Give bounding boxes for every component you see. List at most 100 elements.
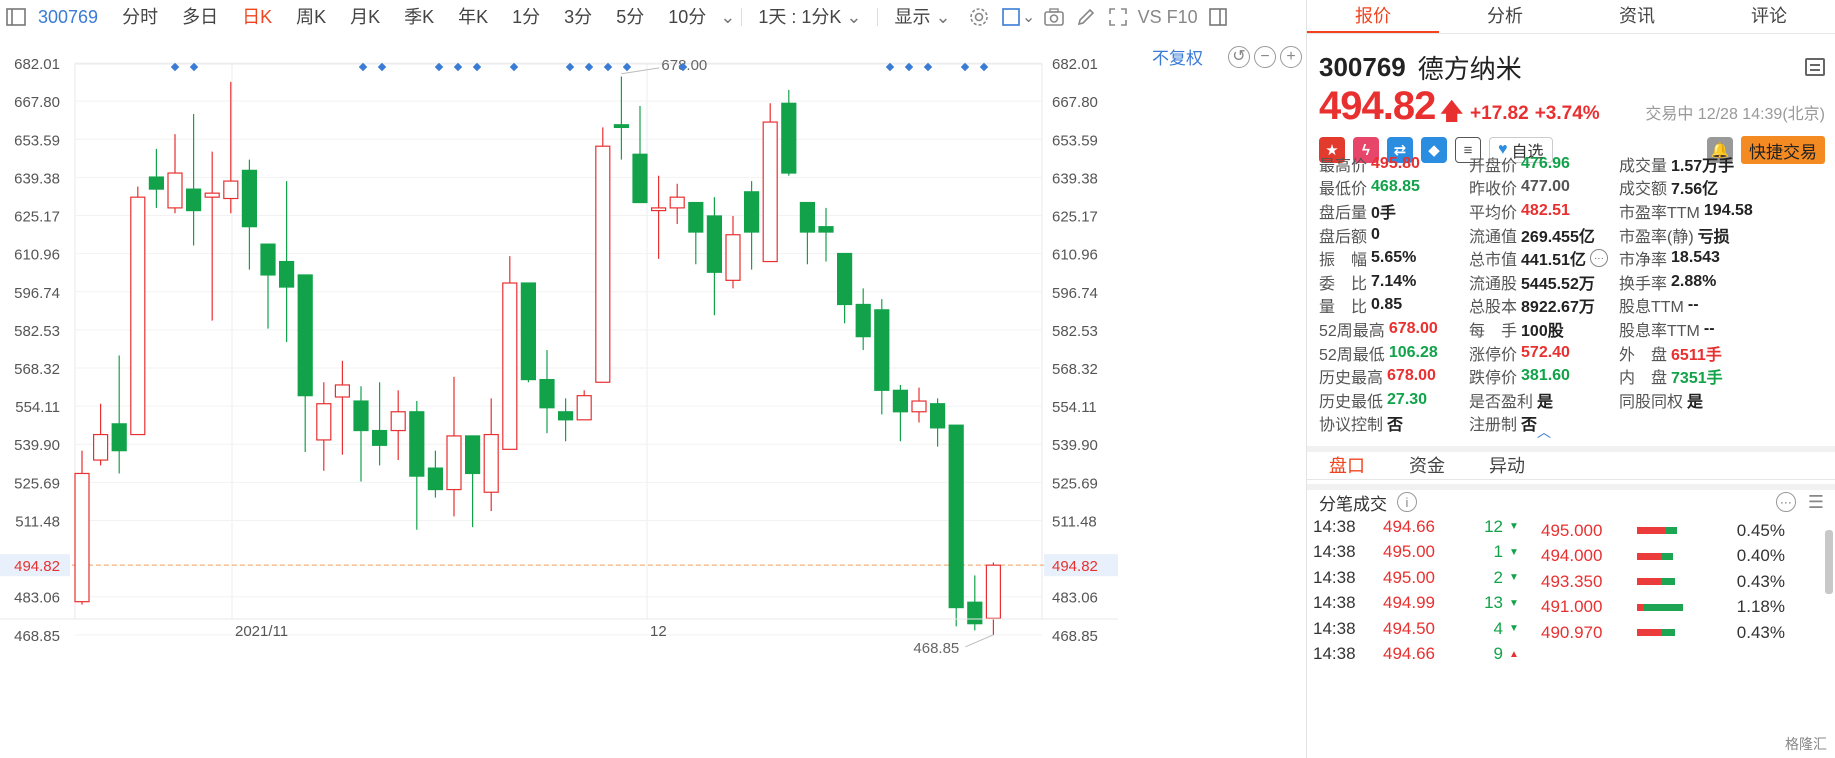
chevron-down-icon[interactable]: ⌄ bbox=[1022, 4, 1035, 30]
tick-price: 495.00 bbox=[1383, 567, 1435, 587]
trading-status: 交易中 12/28 14:39(北京) bbox=[1645, 106, 1825, 123]
y-tick-label-right: 596.74 bbox=[1052, 285, 1098, 302]
panel-toggle-icon[interactable] bbox=[1205, 4, 1231, 30]
stat-cell: 盘后量 0手 bbox=[1319, 199, 1469, 223]
period-tab-1min[interactable]: 1分 bbox=[500, 0, 552, 34]
stock-code-tab[interactable]: 300769 bbox=[32, 0, 110, 34]
tab-analysis[interactable]: 分析 bbox=[1439, 0, 1571, 33]
period-tab-5min[interactable]: 5分 bbox=[604, 0, 656, 34]
compare-f10-button[interactable]: VS F10 bbox=[1134, 0, 1202, 34]
more-periods-chevron-icon[interactable]: ⌄ bbox=[718, 0, 737, 34]
kline-chart[interactable]: 682.01 682.01 667.80 667.80 653.59 653.59 639.… bbox=[0, 34, 1305, 758]
subtab-fundflow[interactable]: 资金 bbox=[1387, 452, 1467, 479]
candle-down bbox=[520, 282, 537, 381]
distribution-price: 491.000 bbox=[1541, 597, 1603, 617]
y-tick-label-left: 554.11 bbox=[15, 399, 60, 416]
stat-cell: 历史最高 678.00 bbox=[1319, 364, 1469, 388]
stat-label: 盘后额 bbox=[1319, 228, 1368, 246]
tab-comments[interactable]: 评论 bbox=[1703, 0, 1835, 33]
camera-icon[interactable] bbox=[1041, 4, 1067, 30]
chart-toolbar: 300769 分时 多日 日K 周K 月K 季K 年K 1分 3分 5分 10分… bbox=[0, 0, 1305, 34]
down-triangle-icon: ▼ bbox=[1509, 597, 1519, 609]
list-view-icon[interactable]: ☰ bbox=[1808, 492, 1824, 513]
y-tick-label-left: 568.32 bbox=[14, 361, 60, 378]
distribution-bar bbox=[1633, 602, 1715, 612]
zoom-out-icon[interactable]: − bbox=[1254, 46, 1276, 68]
period-tab-daily[interactable]: 日K bbox=[230, 0, 284, 34]
candle-down bbox=[874, 309, 890, 391]
candle-down bbox=[465, 435, 481, 475]
detail-list-icon[interactable] bbox=[1805, 58, 1825, 76]
interval-select-label: 1天 : 1分K bbox=[758, 7, 842, 27]
stat-label: 流通值 bbox=[1469, 228, 1518, 246]
stat-cell: 流通股 5445.52万 bbox=[1469, 270, 1619, 294]
stat-value: 否 bbox=[1387, 417, 1404, 435]
stat-value: 是 bbox=[1537, 393, 1554, 411]
display-select[interactable]: 显示 ⌄ bbox=[882, 0, 962, 34]
stat-cell: 股息率TTM -- bbox=[1619, 317, 1829, 341]
subtab-movement[interactable]: 异动 bbox=[1467, 452, 1547, 479]
stat-value: 1.57万手 bbox=[1671, 157, 1735, 175]
sidebar-toggle-icon[interactable] bbox=[3, 4, 29, 30]
y-tick-label-left: 596.74 bbox=[14, 285, 60, 302]
tick-volume: 1 bbox=[1493, 542, 1503, 562]
period-tab-quarterly[interactable]: 季K bbox=[392, 0, 446, 34]
period-tab-minute[interactable]: 分时 bbox=[110, 0, 170, 34]
candle-down bbox=[948, 424, 964, 609]
sell-bar bbox=[1637, 527, 1665, 535]
stat-label: 市盈率(静) bbox=[1619, 228, 1694, 246]
reset-zoom-icon[interactable]: ↺ bbox=[1228, 46, 1250, 68]
tab-news[interactable]: 资讯 bbox=[1571, 0, 1703, 33]
stat-value: 0手 bbox=[1371, 204, 1396, 222]
candle-down bbox=[706, 215, 723, 273]
subtab-orderbook[interactable]: 盘口 bbox=[1307, 452, 1387, 479]
tab-quote[interactable]: 报价 bbox=[1307, 0, 1439, 33]
candle-down bbox=[836, 252, 853, 306]
tick-time: 14:38 bbox=[1313, 567, 1356, 587]
distribution-row: 493.350 0.43% bbox=[1525, 569, 1825, 595]
stat-value: -- bbox=[1703, 319, 1715, 337]
candle-down bbox=[427, 467, 443, 491]
adjust-mode-button[interactable]: 不复权 bbox=[1152, 44, 1203, 69]
stat-label: 历史最高 bbox=[1319, 370, 1384, 388]
up-arrow-icon: 🡅 bbox=[1439, 98, 1465, 125]
pencil-icon[interactable] bbox=[1073, 4, 1099, 30]
settings-gear-icon[interactable] bbox=[966, 4, 992, 30]
scrollbar[interactable] bbox=[1825, 530, 1833, 594]
collapse-chevron-icon[interactable]: ︿ bbox=[1537, 422, 1551, 442]
stock-code: 300769 bbox=[1319, 51, 1406, 82]
more-icon[interactable]: ··· bbox=[1775, 492, 1796, 512]
stat-value: 678.00 bbox=[1387, 367, 1436, 385]
down-triangle-icon: ▼ bbox=[1509, 623, 1519, 635]
period-tab-10min[interactable]: 10分 bbox=[656, 0, 718, 34]
interval-select[interactable]: 1天 : 1分K ⌄ bbox=[746, 0, 873, 34]
stat-cell: 盘后额 0 bbox=[1319, 223, 1469, 247]
period-tab-weekly[interactable]: 周K bbox=[284, 0, 338, 34]
stat-value: 7.14% bbox=[1371, 272, 1417, 290]
stat-cell: 历史最低 27.30 bbox=[1319, 388, 1469, 412]
y-tick-label-left: 625.17 bbox=[14, 208, 60, 225]
kline-chart-area[interactable]: 682.01 682.01 667.80 667.80 653.59 653.59 639.… bbox=[0, 34, 1305, 758]
period-tab-yearly[interactable]: 年K bbox=[446, 0, 500, 34]
period-tab-3min[interactable]: 3分 bbox=[552, 0, 604, 34]
stat-cell: 总股本 8922.67万 bbox=[1469, 293, 1619, 317]
more-info-icon[interactable]: ··· bbox=[1589, 249, 1608, 268]
candle-down bbox=[148, 176, 164, 190]
stat-label: 股息率TTM bbox=[1619, 322, 1700, 340]
info-icon[interactable]: i bbox=[1397, 492, 1417, 512]
stat-cell: 市盈率(静) 亏损 bbox=[1619, 223, 1829, 247]
sell-bar bbox=[1637, 552, 1661, 560]
y-tick-label-left: 610.96 bbox=[14, 247, 60, 264]
stat-label: 最低价 bbox=[1319, 181, 1368, 199]
candle-down bbox=[260, 243, 276, 276]
zoom-in-icon[interactable]: + bbox=[1280, 46, 1302, 68]
candle-down bbox=[409, 411, 425, 477]
stat-label: 盘后量 bbox=[1319, 204, 1368, 222]
y-tick-label-right: 625.17 bbox=[1052, 208, 1098, 225]
stat-row: 历史最高 678.00 跌停价 381.60 内 盘 7351手 bbox=[1319, 364, 1829, 388]
stat-label: 股息TTM bbox=[1619, 299, 1684, 317]
period-tab-monthly[interactable]: 月K bbox=[338, 0, 392, 34]
checkbox-select-icon[interactable] bbox=[998, 4, 1024, 30]
fullscreen-icon[interactable] bbox=[1105, 4, 1131, 30]
period-tab-multiday[interactable]: 多日 bbox=[170, 0, 230, 34]
